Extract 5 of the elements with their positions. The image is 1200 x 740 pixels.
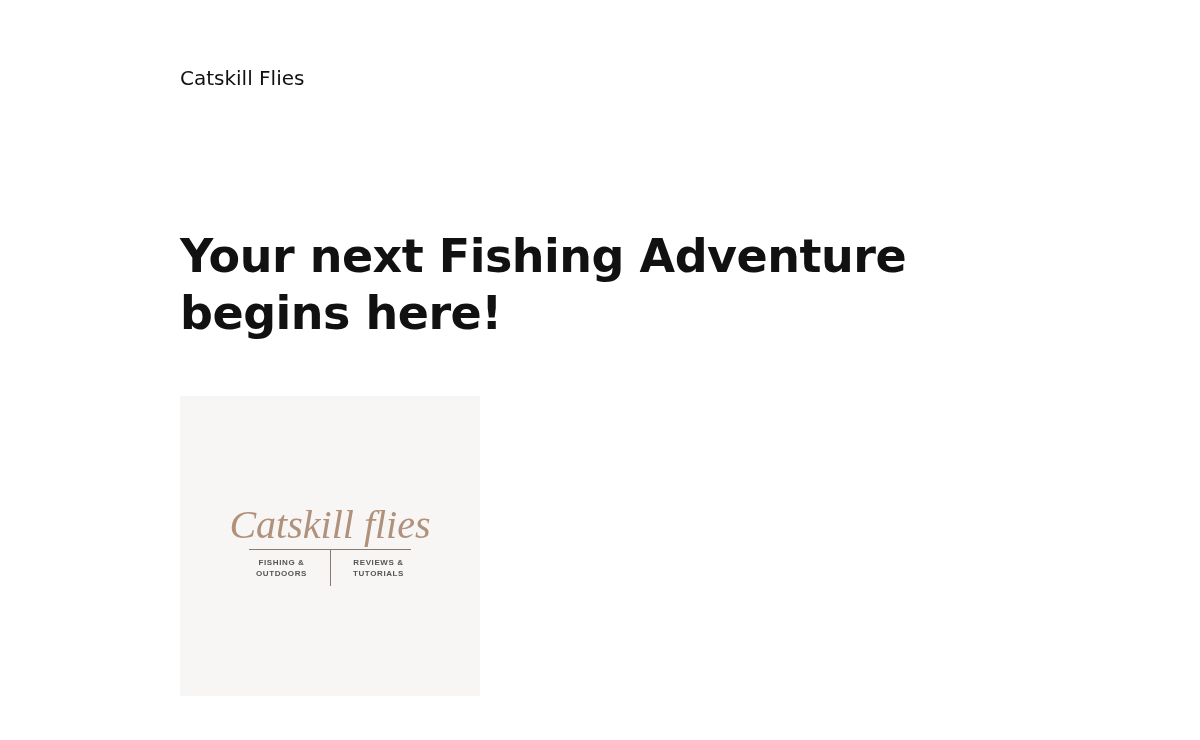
logo-tagline: FISHING & OUTDOORS [255, 556, 308, 580]
page-heading: Your next Fishing Adventure begins here! [180, 228, 908, 342]
logo-wordmark: Catskill flies [229, 502, 431, 547]
logo-tagline: REVIEWS & TUTORIALS [352, 556, 405, 580]
site-title[interactable]: Catskill Flies [180, 66, 305, 90]
